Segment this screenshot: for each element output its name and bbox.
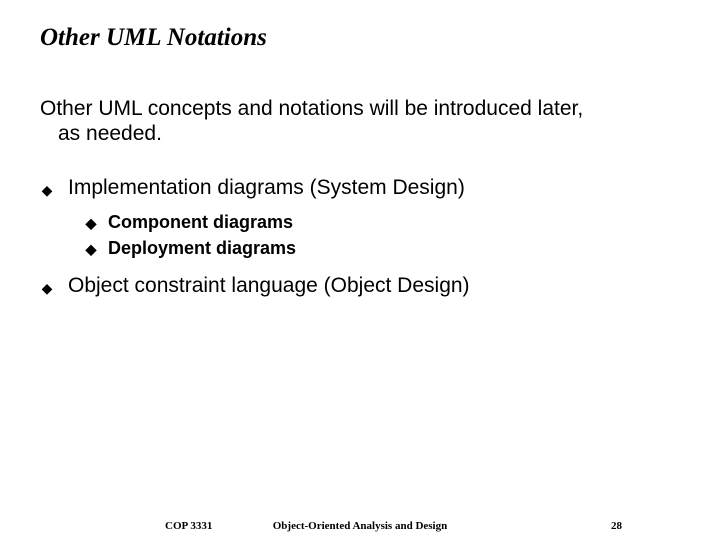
slide-title: Other UML Notations: [40, 24, 680, 52]
bullet-label: Object constraint language (Object Desig…: [68, 274, 470, 298]
bullet-item-ocl: ◆ Object constraint language (Object Des…: [40, 274, 680, 302]
intro-paragraph: Other UML concepts and notations will be…: [40, 96, 680, 146]
intro-line-2: as needed.: [40, 121, 680, 146]
footer-page-number: 28: [611, 520, 622, 532]
sub-bullet-deployment: ◆ Deployment diagrams: [84, 238, 680, 260]
intro-line-1: Other UML concepts and notations will be…: [40, 96, 680, 121]
small-diamond-bullet-icon: ◆: [84, 238, 98, 260]
bullet-item-implementation: ◆ Implementation diagrams (System Design…: [40, 176, 680, 204]
bullet-section-2: ◆ Object constraint language (Object Des…: [40, 274, 680, 302]
bullet-label: Implementation diagrams (System Design): [68, 176, 465, 200]
sub-bullet-label: Deployment diagrams: [108, 238, 296, 259]
slide-content: Other UML Notations Other UML concepts a…: [0, 0, 720, 302]
sub-bullet-label: Component diagrams: [108, 212, 293, 233]
sub-bullet-component: ◆ Component diagrams: [84, 212, 680, 234]
diamond-bullet-icon: ◆: [40, 274, 54, 302]
small-diamond-bullet-icon: ◆: [84, 212, 98, 234]
bullet-section-1: ◆ Implementation diagrams (System Design…: [40, 176, 680, 260]
diamond-bullet-icon: ◆: [40, 176, 54, 204]
